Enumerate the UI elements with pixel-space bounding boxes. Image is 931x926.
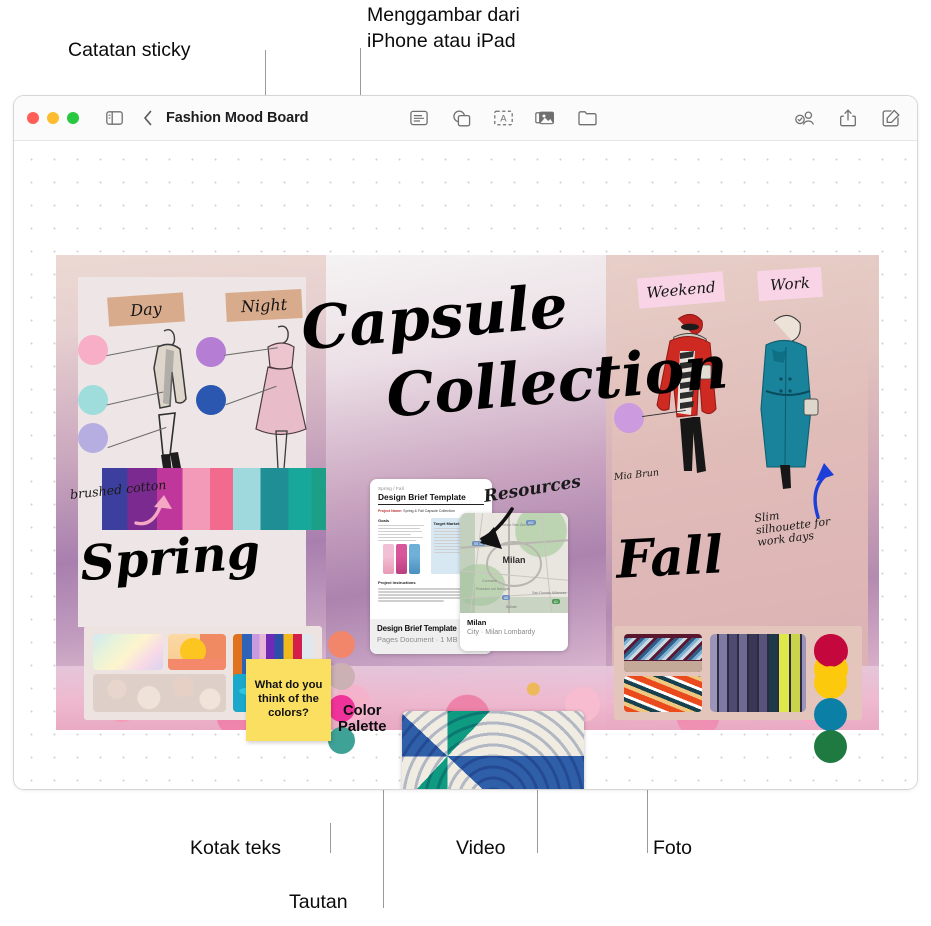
- map-name: Milan: [467, 618, 487, 627]
- callout-video: Video: [456, 837, 506, 859]
- share-arrow-icon[interactable]: [835, 105, 861, 131]
- text-box-icon[interactable]: A: [490, 105, 516, 131]
- color-swatch: [196, 337, 226, 367]
- freeform-canvas[interactable]: Day Night brushed cotton Spring Weekend …: [14, 141, 917, 789]
- pencil-square-icon[interactable]: [878, 105, 904, 131]
- palette-swatch[interactable]: [814, 698, 847, 731]
- photo-thumbnail[interactable]: [624, 676, 702, 712]
- map-road-badge: A8: [502, 595, 510, 600]
- share-person-icon[interactable]: [792, 105, 818, 131]
- document-column-title: Goals: [378, 518, 390, 523]
- callout-text-box: Kotak teks: [190, 837, 282, 859]
- map-road-badge: A1: [552, 599, 560, 604]
- document-kicker: Spring / Fall: [378, 486, 404, 491]
- pink-arrow-icon: [134, 495, 172, 526]
- folder-icon[interactable]: [574, 105, 600, 131]
- leader-line-textbox: [330, 823, 331, 853]
- callout-photo: Foto: [653, 837, 693, 859]
- palette-swatch[interactable]: [814, 634, 847, 667]
- video-embed[interactable]: [402, 711, 584, 789]
- color-swatch: [78, 385, 108, 415]
- mood-board-artwork[interactable]: Day Night brushed cotton Spring Weekend …: [56, 255, 879, 763]
- color-swatch: [78, 335, 108, 365]
- minimize-button[interactable]: [47, 112, 59, 124]
- svg-text:A: A: [500, 114, 507, 125]
- window-titlebar: Fashion Mood Board A: [14, 96, 917, 141]
- photo-thumbnail[interactable]: [93, 674, 226, 712]
- document-subtitle-label: Project Name:: [378, 509, 403, 513]
- document-column-goals: Goals: [378, 518, 426, 575]
- freeform-window: Fashion Mood Board A Day Night brushed c…: [13, 95, 918, 790]
- traffic-light-group: [27, 112, 79, 124]
- black-arrow-icon: [480, 507, 514, 549]
- document-text-lines: [378, 525, 426, 542]
- sticky-note[interactable]: What do you think of the colors?: [246, 659, 331, 741]
- palette-swatch[interactable]: [328, 631, 355, 658]
- zoom-button[interactable]: [67, 112, 79, 124]
- close-button[interactable]: [27, 112, 39, 124]
- tape-label-night: Night: [225, 289, 303, 322]
- toolbar-actions-group: [792, 105, 904, 131]
- document-title: Design Brief Template: [378, 492, 484, 505]
- sticky-note-icon[interactable]: [406, 105, 432, 131]
- tape-label-work: Work: [757, 266, 823, 302]
- screenshot-root: Catatan sticky Menggambar dari iPhone at…: [0, 0, 931, 926]
- map-minor-label: Bollate: [506, 605, 517, 609]
- page-title: Fashion Mood Board: [166, 110, 309, 126]
- color-swatch: [196, 385, 226, 415]
- photo-thumbnail[interactable]: [168, 634, 226, 670]
- map-minor-label: San Donato Milanese: [532, 591, 567, 595]
- photo-thumbnail[interactable]: [710, 634, 806, 712]
- color-swatch: [78, 423, 108, 453]
- text-box-color-palette[interactable]: Color Palette: [338, 703, 387, 736]
- sidebar-icon[interactable]: [101, 105, 127, 131]
- document-subtitle-value: Spring & Fall Capsule Collection: [403, 509, 455, 513]
- tape-label-day: Day: [107, 292, 185, 327]
- photos-icon[interactable]: [532, 105, 558, 131]
- map-meta: City · Milan Lombardy: [467, 628, 536, 636]
- callout-sticky-note: Catatan sticky: [68, 39, 191, 61]
- photo-thumbnail[interactable]: [624, 634, 702, 672]
- chevron-left-icon[interactable]: [135, 105, 161, 131]
- palette-swatch[interactable]: [814, 730, 847, 763]
- map-minor-label: Rozzano sul Naviglio: [476, 587, 510, 591]
- map-card-footer: Milan City · Milan Lombardy: [460, 613, 568, 641]
- callout-link: Tautan: [289, 891, 348, 913]
- toolbar-insert-group: A: [406, 105, 600, 131]
- palette-swatch[interactable]: [814, 666, 847, 699]
- photo-thumbnail[interactable]: [93, 634, 163, 670]
- palette-swatch[interactable]: [328, 663, 355, 690]
- map-road-badge: A52: [526, 520, 536, 525]
- document-figure-row: [378, 544, 426, 575]
- shapes-icon[interactable]: [448, 105, 474, 131]
- map-minor-label: Cormano: [482, 579, 497, 583]
- callout-scribble: Menggambar dari iPhone atau iPad: [367, 4, 520, 52]
- script-fall: Fall: [614, 524, 725, 591]
